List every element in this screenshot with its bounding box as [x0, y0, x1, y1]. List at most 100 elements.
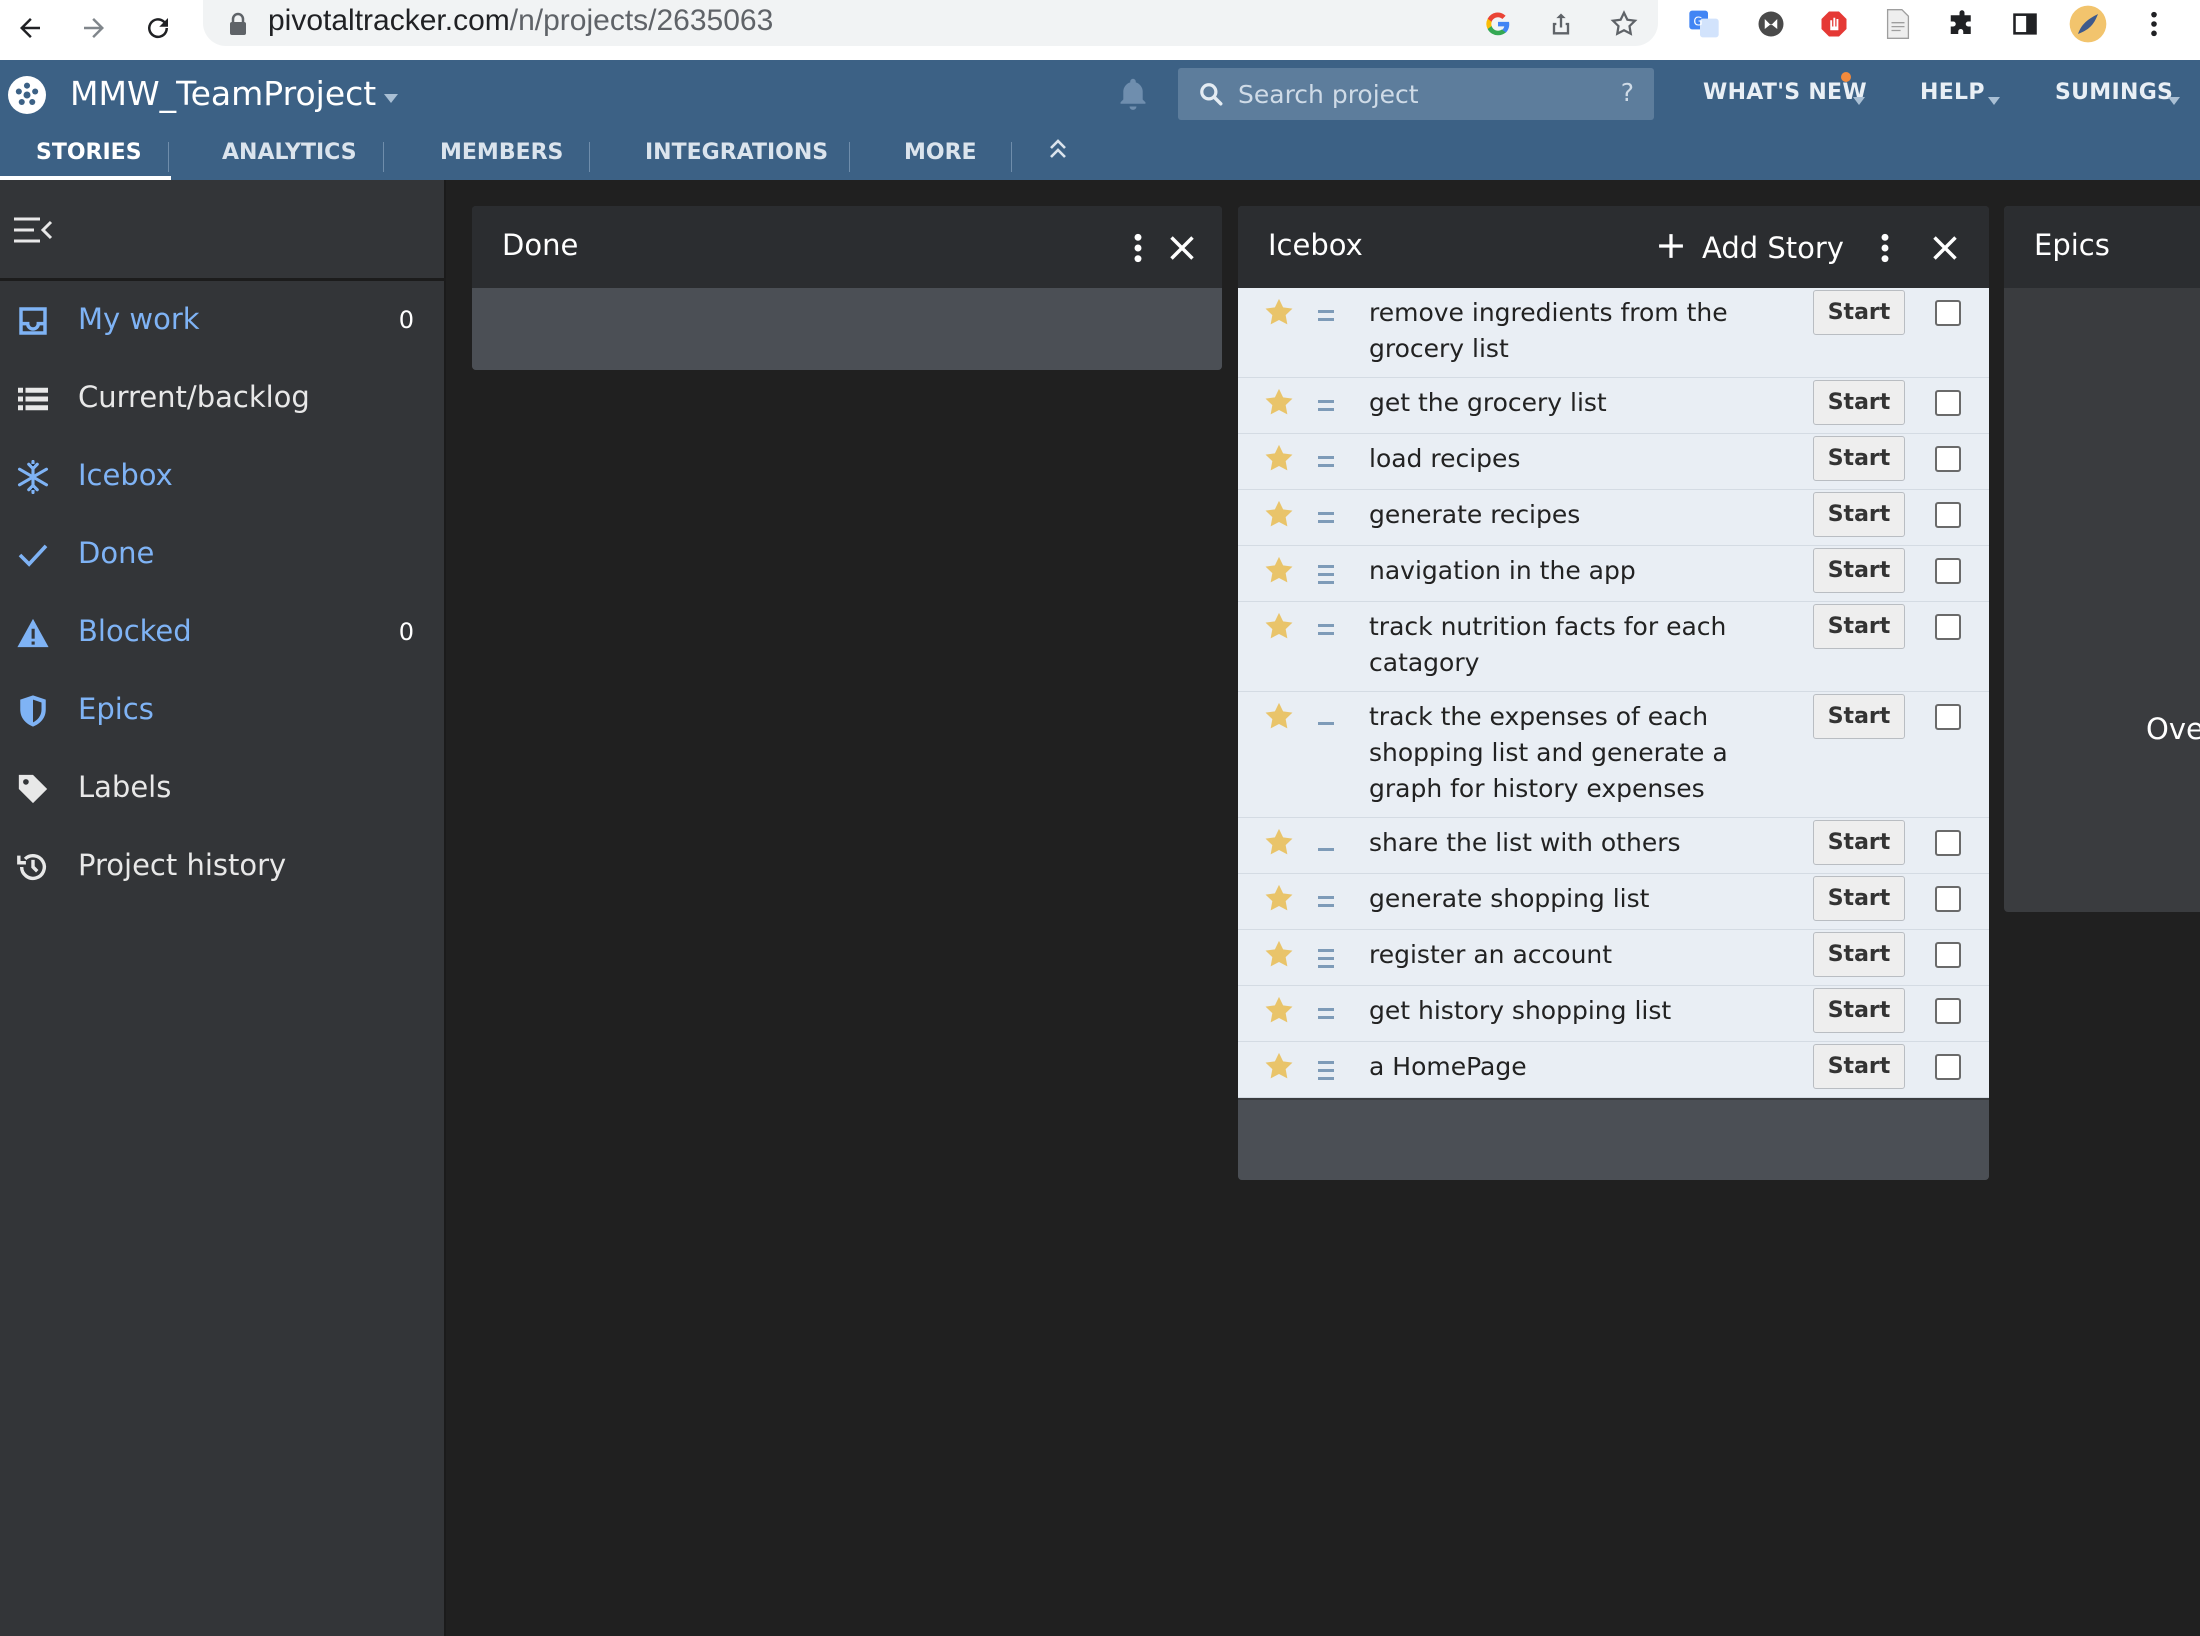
reload-icon[interactable]: [136, 6, 180, 50]
tab-more[interactable]: MORE: [904, 140, 977, 165]
start-story-button[interactable]: Start: [1813, 876, 1905, 921]
done-panel-menu-icon[interactable]: [1118, 228, 1158, 268]
story-title[interactable]: generate recipes: [1369, 497, 1789, 533]
address-bar[interactable]: pivotaltracker.com/n/projects/2635063: [203, 0, 1658, 46]
notification-bell-icon[interactable]: [1116, 76, 1150, 116]
document-icon[interactable]: [1878, 4, 1918, 44]
icebox-panel-menu-icon[interactable]: [1865, 228, 1905, 268]
close-icebox-panel-icon[interactable]: [1925, 228, 1965, 268]
add-story-button[interactable]: Add Story: [1658, 228, 1844, 268]
search-help-icon[interactable]: ?: [1621, 78, 1634, 107]
story-row[interactable]: track nutrition facts for each catagory S…: [1238, 602, 1989, 692]
bookmark-star-icon[interactable]: [1606, 6, 1642, 42]
estimate-points-icon[interactable]: [1318, 456, 1334, 472]
story-row[interactable]: share the list with others Start: [1238, 818, 1989, 874]
story-row[interactable]: remove ingredients from the grocery list…: [1238, 288, 1989, 378]
start-story-button[interactable]: Start: [1813, 694, 1905, 739]
start-story-button[interactable]: Start: [1813, 436, 1905, 481]
share-icon[interactable]: [1543, 6, 1579, 42]
story-select-checkbox[interactable]: [1935, 390, 1961, 416]
story-title[interactable]: navigation in the app: [1369, 553, 1789, 589]
whats-new-caret-icon[interactable]: [1853, 90, 1865, 109]
story-type-feature-star-icon[interactable]: [1262, 498, 1296, 532]
start-story-button[interactable]: Start: [1813, 492, 1905, 537]
estimate-points-icon[interactable]: [1318, 1008, 1334, 1024]
start-story-button[interactable]: Start: [1813, 380, 1905, 425]
back-arrow-icon[interactable]: [8, 6, 52, 50]
story-row[interactable]: get history shopping list Start: [1238, 986, 1989, 1042]
story-row[interactable]: generate recipes Start: [1238, 490, 1989, 546]
story-select-checkbox[interactable]: [1935, 614, 1961, 640]
sidebar-item-current-backlog[interactable]: Current/backlog: [0, 364, 444, 434]
story-row[interactable]: generate shopping list Start: [1238, 874, 1989, 930]
story-type-feature-star-icon[interactable]: [1262, 442, 1296, 476]
side-panel-icon[interactable]: [2005, 4, 2045, 44]
story-type-feature-star-icon[interactable]: [1262, 994, 1296, 1028]
story-row[interactable]: a HomePage Start: [1238, 1042, 1989, 1098]
search-input[interactable]: [1238, 76, 1598, 112]
story-row[interactable]: get the grocery list Start: [1238, 378, 1989, 434]
story-row[interactable]: load recipes Start: [1238, 434, 1989, 490]
sidebar-item-icebox[interactable]: Icebox: [0, 442, 444, 512]
collapse-sidebar-icon[interactable]: [14, 217, 54, 247]
story-row[interactable]: register an account Start: [1238, 930, 1989, 986]
help-caret-icon[interactable]: [1988, 90, 2000, 109]
story-title[interactable]: share the list with others: [1369, 825, 1789, 861]
story-title[interactable]: register an account: [1369, 937, 1789, 973]
sidebar-item-labels[interactable]: Labels: [0, 754, 444, 824]
story-type-feature-star-icon[interactable]: [1262, 700, 1296, 734]
estimate-points-icon[interactable]: [1318, 512, 1334, 528]
sidebar-item-epics[interactable]: Epics: [0, 676, 444, 746]
story-select-checkbox[interactable]: [1935, 704, 1961, 730]
whats-new-menu[interactable]: WHAT'S NEW: [1703, 80, 1867, 105]
tab-integrations[interactable]: INTEGRATIONS: [645, 140, 828, 165]
story-select-checkbox[interactable]: [1935, 830, 1961, 856]
user-menu[interactable]: SUMINGS: [2055, 80, 2173, 105]
story-title[interactable]: a HomePage: [1369, 1049, 1789, 1085]
estimate-points-icon[interactable]: [1318, 949, 1334, 973]
estimate-points-icon[interactable]: [1318, 722, 1334, 730]
project-dropdown-caret-icon[interactable]: [384, 88, 398, 107]
start-story-button[interactable]: Start: [1813, 548, 1905, 593]
story-title[interactable]: remove ingredients from the grocery list: [1369, 295, 1789, 367]
start-story-button[interactable]: Start: [1813, 604, 1905, 649]
story-type-feature-star-icon[interactable]: [1262, 386, 1296, 420]
story-title[interactable]: track nutrition facts for each catagory: [1369, 609, 1789, 681]
user-caret-icon[interactable]: [2168, 90, 2180, 109]
project-name[interactable]: MMW_TeamProject: [70, 74, 376, 113]
adblock-icon[interactable]: [1814, 4, 1854, 44]
extensions-puzzle-icon[interactable]: [1942, 4, 1982, 44]
story-select-checkbox[interactable]: [1935, 942, 1961, 968]
story-title[interactable]: get the grocery list: [1369, 385, 1789, 421]
kebab-menu-icon[interactable]: [2134, 4, 2174, 44]
google-icon[interactable]: [1480, 6, 1516, 42]
story-select-checkbox[interactable]: [1935, 1054, 1961, 1080]
sidebar-item-blocked[interactable]: Blocked 0: [0, 598, 444, 668]
extension-circle-icon[interactable]: [1751, 4, 1791, 44]
story-select-checkbox[interactable]: [1935, 300, 1961, 326]
story-select-checkbox[interactable]: [1935, 558, 1961, 584]
start-story-button[interactable]: Start: [1813, 932, 1905, 977]
story-title[interactable]: track the expenses of each shopping list…: [1369, 699, 1789, 807]
start-story-button[interactable]: Start: [1813, 1044, 1905, 1089]
sidebar-item-project-history[interactable]: Project history: [0, 832, 444, 902]
search-project-box[interactable]: ?: [1178, 68, 1654, 120]
sidebar-item-done[interactable]: Done: [0, 520, 444, 590]
story-title[interactable]: load recipes: [1369, 441, 1789, 477]
story-type-feature-star-icon[interactable]: [1262, 826, 1296, 860]
story-select-checkbox[interactable]: [1935, 502, 1961, 528]
story-select-checkbox[interactable]: [1935, 998, 1961, 1024]
story-type-feature-star-icon[interactable]: [1262, 296, 1296, 330]
start-story-button[interactable]: Start: [1813, 820, 1905, 865]
estimate-points-icon[interactable]: [1318, 624, 1334, 640]
tab-analytics[interactable]: ANALYTICS: [222, 140, 357, 165]
estimate-points-icon[interactable]: [1318, 310, 1334, 326]
estimate-points-icon[interactable]: [1318, 400, 1334, 416]
story-select-checkbox[interactable]: [1935, 886, 1961, 912]
translate-extension-icon[interactable]: G: [1684, 4, 1724, 44]
story-title[interactable]: generate shopping list: [1369, 881, 1789, 917]
collapse-header-icon[interactable]: [1048, 138, 1068, 166]
story-row[interactable]: navigation in the app Start: [1238, 546, 1989, 602]
estimate-points-icon[interactable]: [1318, 565, 1334, 589]
story-row[interactable]: track the expenses of each shopping list…: [1238, 692, 1989, 818]
